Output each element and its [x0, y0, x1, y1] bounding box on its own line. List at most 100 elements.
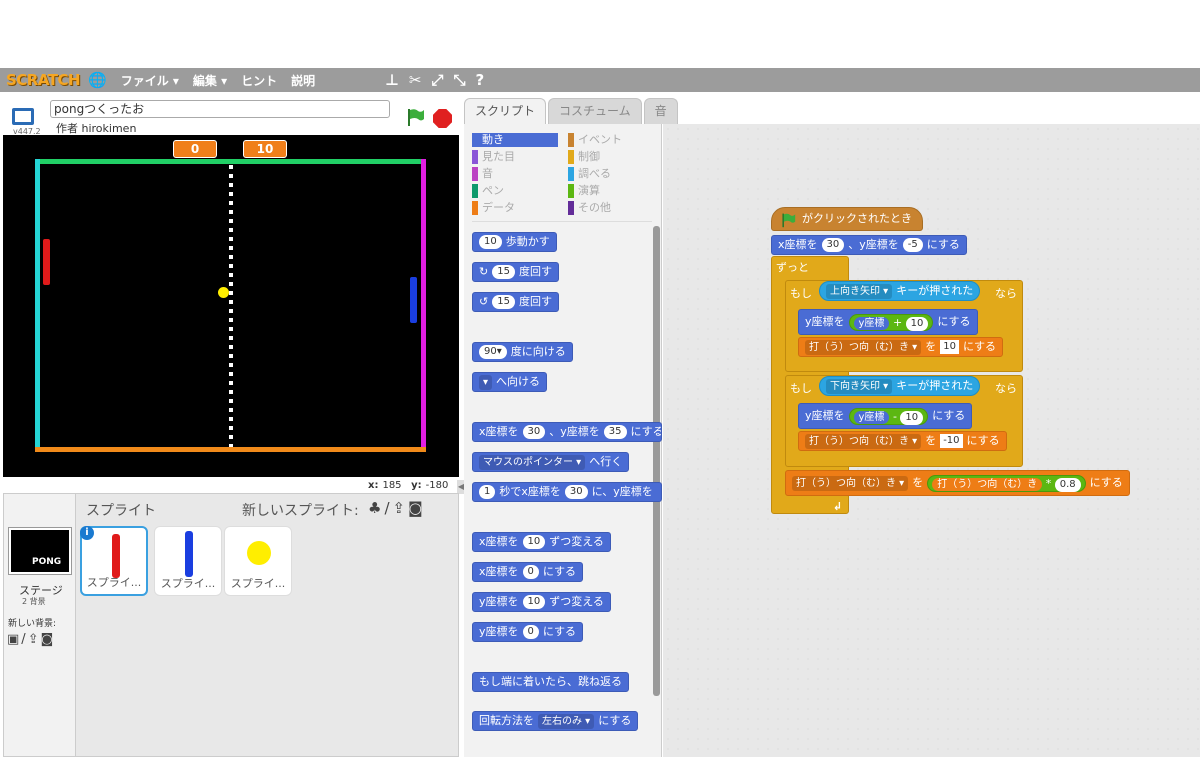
script-goto-xy[interactable]: x座標を 30 、y座標を -5 にする	[771, 235, 967, 255]
toolbar-icons: ⊥ ✂ ⤢ ⤡ ?	[385, 71, 484, 89]
image-icon[interactable]: ▣	[7, 632, 21, 647]
upload-icon[interactable]: ⇪	[28, 632, 41, 647]
new-sprite-label: 新しいスプライト:	[242, 503, 359, 519]
blue-paddle-sprite[interactable]	[410, 277, 417, 323]
script-set-y-minus[interactable]: y座標を y座標 - 10 にする	[798, 403, 973, 429]
duplicate-icon[interactable]: ⊥	[385, 71, 399, 89]
score-left: 0	[173, 140, 217, 158]
category-motion[interactable]: 動き	[472, 133, 558, 147]
category-events[interactable]: イベント	[568, 133, 622, 147]
block-glide[interactable]: 1 秒でx座標を 30 に、y座標を	[472, 482, 662, 502]
palette-scrollbar[interactable]	[653, 226, 660, 696]
blue-paddle-thumb	[185, 531, 193, 577]
sprite-tile-blue-paddle[interactable]: スプライ...	[154, 526, 222, 596]
stage-header: v447.2 pongつくったお 作者 hirokimen	[0, 92, 462, 136]
category-sound[interactable]: 音	[472, 167, 493, 181]
red-paddle-sprite[interactable]	[43, 239, 50, 285]
category-pen[interactable]: ペン	[472, 184, 504, 198]
green-flag-icon[interactable]	[405, 107, 425, 127]
delete-icon[interactable]: ✂	[409, 71, 422, 89]
key-pressed-up[interactable]: 上向き矢印 ▾ キーが押された	[819, 281, 981, 301]
project-title-input[interactable]: pongつくったお	[50, 100, 390, 118]
wall-right	[421, 159, 426, 449]
block-goto[interactable]: マウスのポインター ▾ へ行く	[472, 452, 630, 472]
when-flag-clicked-block[interactable]: がクリックされたとき	[771, 207, 923, 231]
info-icon[interactable]: i	[80, 526, 94, 540]
sprite-tile-ball[interactable]: スプライ...	[224, 526, 292, 596]
mouse-coords: x: 185 y: -180	[368, 480, 449, 491]
then-keyword: なら	[995, 382, 1017, 395]
ball-sprite[interactable]	[218, 287, 229, 298]
sprite-tile-red-paddle[interactable]: i スプライ...	[80, 526, 148, 596]
script-set-var-multiply[interactable]: 打（う）つ向（む）き ▾ を 打（う）つ向（む）き * 0.8 にする	[785, 470, 1130, 496]
block-goto-xy[interactable]: x座標を 30 、y座標を 35 にする	[472, 422, 662, 442]
if-keyword: もし	[790, 287, 812, 300]
scratch-logo[interactable]: SCRATCH	[6, 71, 81, 89]
block-bounce[interactable]: もし端に着いたら、跳ね返る	[472, 672, 629, 692]
menu-edit[interactable]: 編集 ▾	[193, 72, 227, 89]
loop-arrow-icon: ↲	[833, 500, 843, 513]
block-set-y[interactable]: y座標を 0 にする	[472, 622, 584, 642]
block-rotation-style[interactable]: 回転方法を 左右のみ ▾ にする	[472, 711, 639, 731]
menu-tips[interactable]: ヒント	[241, 72, 277, 89]
key-pressed-down[interactable]: 下向き矢印 ▾ キーが押された	[819, 376, 981, 396]
ball-thumb	[247, 541, 271, 565]
rotate-left-icon: ↺	[479, 295, 489, 308]
block-turn-right[interactable]: ↻ 15 度回す	[472, 262, 559, 282]
category-more-blocks[interactable]: その他	[568, 201, 611, 215]
category-control[interactable]: 制御	[568, 150, 600, 164]
camera-icon[interactable]: ◙	[41, 632, 56, 647]
sprite-label: スプライ...	[230, 577, 286, 590]
block-turn-left[interactable]: ↺ 15 度回す	[472, 292, 559, 312]
globe-icon[interactable]: 🌐	[88, 71, 107, 89]
stop-icon[interactable]	[433, 109, 452, 128]
block-move-steps[interactable]: 10 歩動かす	[472, 232, 557, 252]
coord-y: -180	[425, 480, 449, 491]
upload-icon[interactable]: ⇪	[393, 499, 409, 517]
tab-costumes[interactable]: コスチューム	[548, 98, 642, 124]
block-change-x[interactable]: x座標を 10 ずつ変える	[472, 532, 611, 552]
wall-left	[35, 159, 40, 449]
then-keyword: なら	[995, 287, 1017, 300]
category-data[interactable]: データ	[472, 201, 515, 215]
presentation-mode-icon[interactable]	[12, 108, 34, 125]
sprite-pane: PONG ステージ 2 背景 新しい背景: ▣/⇪◙ スプライト 新しいスプライ…	[3, 493, 459, 757]
forever-label: ずっと	[776, 261, 809, 274]
tab-scripts[interactable]: スクリプト	[464, 98, 547, 124]
block-point-direction[interactable]: 90▾ 度に向ける	[472, 342, 573, 362]
script-set-y-plus[interactable]: y座標を y座標 + 10 にする	[798, 309, 978, 335]
stage-thumb-column: PONG ステージ 2 背景 新しい背景: ▣/⇪◙	[4, 494, 76, 756]
script-set-var-10[interactable]: 打（う）つ向（む）き ▾ を 10 にする	[798, 337, 1004, 357]
menu-about[interactable]: 説明	[291, 72, 315, 89]
category-looks[interactable]: 見た目	[472, 150, 515, 164]
block-change-y[interactable]: y座標を 10 ずつ変える	[472, 592, 611, 612]
score-right: 10	[243, 140, 287, 158]
backdrop-count: 2 背景	[22, 597, 46, 606]
camera-icon[interactable]: ◙	[408, 499, 426, 517]
wall-top	[35, 159, 426, 164]
wall-bottom	[35, 447, 426, 452]
tab-sounds[interactable]: 音	[643, 98, 678, 124]
category-sensing[interactable]: 調べる	[568, 167, 611, 181]
target-dropdown: ▾	[479, 374, 493, 390]
stage-thumbnail[interactable]: PONG	[8, 527, 72, 575]
grow-icon[interactable]: ⤢	[431, 71, 443, 89]
new-sprite-icons: ♣/⇪◙	[368, 499, 426, 517]
red-paddle-thumb	[112, 534, 120, 578]
stage-canvas[interactable]: 0 10	[3, 135, 459, 477]
coord-x: 185	[382, 480, 402, 491]
help-icon[interactable]: ?	[475, 71, 484, 89]
sprites-title: スプライト	[86, 503, 156, 519]
script-set-var-minus10[interactable]: 打（う）つ向（む）き ▾ を -10 にする	[798, 431, 1007, 451]
block-point-towards[interactable]: ▾ へ向ける	[472, 372, 548, 392]
category-divider	[472, 221, 652, 222]
library-icon[interactable]: ♣	[368, 499, 384, 517]
if-keyword: もし	[790, 382, 812, 395]
block-set-x[interactable]: x座標を 0 にする	[472, 562, 584, 582]
menu-file[interactable]: ファイル ▾	[121, 72, 179, 89]
author-label: 作者 hirokimen	[56, 122, 137, 135]
shrink-icon[interactable]: ⤡	[453, 71, 465, 89]
rotate-right-icon: ↻	[479, 265, 489, 278]
paint-icon[interactable]: /	[384, 499, 392, 517]
category-operators[interactable]: 演算	[568, 184, 600, 198]
